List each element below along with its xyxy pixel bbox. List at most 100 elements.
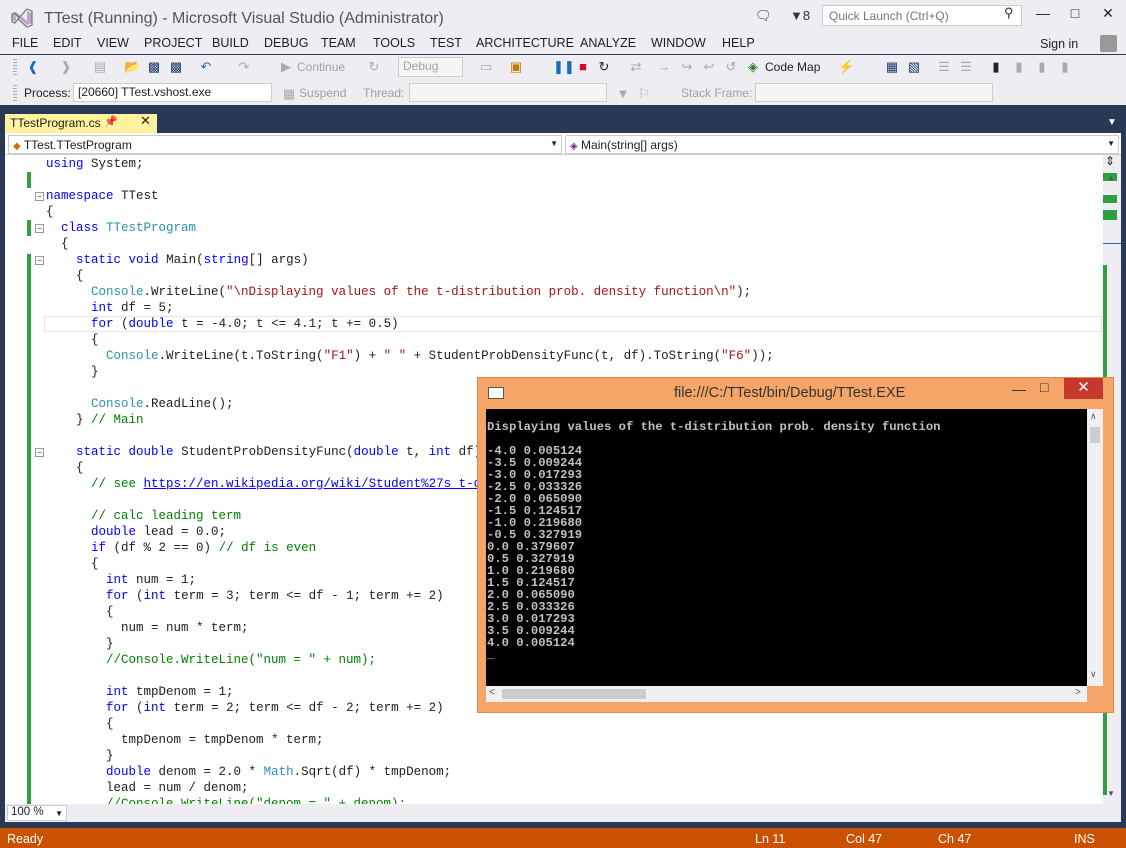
collapse-icon[interactable]: − [35,448,44,457]
exceptions-icon[interactable]: ⚡ [838,59,854,75]
redo-icon[interactable]: ↷ [236,59,252,75]
code-map-icon[interactable]: ◈ [745,59,761,75]
menu-debug[interactable]: DEBUG [264,36,308,50]
menu-tools[interactable]: TOOLS [373,36,415,50]
split-icon[interactable]: ⇕ [1105,154,1115,168]
code-line[interactable]: { [46,716,114,732]
code-line[interactable]: } [46,748,114,764]
suspend-button[interactable]: Suspend [299,86,346,100]
toolbar-grip[interactable] [13,85,17,101]
stop-debugging-icon[interactable]: ■ [575,59,591,75]
code-line[interactable]: for (double t = -4.0; t <= 4.1; t += 0.5… [46,316,399,332]
scroll-down-icon[interactable]: ∨ [1090,669,1097,680]
code-line[interactable]: using System; [46,156,144,172]
code-line[interactable]: static double StudentProbDensityFunc(dou… [46,444,481,460]
code-line[interactable]: // see https://en.wikipedia.org/wiki/Stu… [46,476,511,492]
code-line[interactable]: { [46,460,84,476]
back-icon[interactable]: ❰ [25,59,41,75]
tab-dropdown-icon[interactable]: ▼ [1107,117,1117,128]
code-line[interactable]: //Console.WriteLine("num = " + num); [46,652,376,668]
code-line[interactable]: { [46,204,54,220]
stack-frame-select[interactable] [755,83,993,102]
configuration-select[interactable]: Debug [398,57,463,77]
code-line[interactable]: lead = num / denom; [46,780,249,796]
menu-build[interactable]: BUILD [212,36,249,50]
continue-icon[interactable]: ▶ [278,59,294,75]
code-line[interactable]: { [46,604,114,620]
menu-team[interactable]: TEAM [321,36,356,50]
collapse-icon[interactable]: − [35,192,44,201]
save-icon[interactable]: ▩ [146,59,162,75]
code-line[interactable]: if (df % 2 == 0) // df is even [46,540,316,556]
code-line[interactable]: class TTestProgram [46,220,196,236]
device-icon[interactable]: ▭ [478,59,494,75]
scroll-thumb[interactable] [1090,427,1100,443]
undo-icon[interactable]: ↶ [198,59,214,75]
step-back-icon[interactable]: ↺ [723,59,739,75]
zoom-select[interactable]: 100 % ▼ [7,805,67,821]
scroll-right-icon[interactable]: > [1075,687,1081,698]
code-line[interactable]: Console.ReadLine(); [46,396,234,412]
hex-display-icon[interactable]: ▦ [884,59,900,75]
code-line[interactable]: { [46,556,99,572]
menu-file[interactable]: FILE [12,36,38,50]
scroll-up-icon[interactable]: ∧ [1090,411,1097,422]
menu-window[interactable]: WINDOW [651,36,706,50]
clear-bookmarks-icon[interactable]: ▮ [1057,59,1073,75]
suspend-icon[interactable]: ▦ [281,86,297,102]
show-next-statement-icon[interactable]: ⇄ [628,59,644,75]
restart-debug-icon[interactable]: ↻ [596,59,612,75]
next-bookmark-icon[interactable]: ▮ [1034,59,1050,75]
code-line[interactable]: num = num * term; [46,620,249,636]
console-minimize-button[interactable]: — [1012,381,1026,397]
step-into-icon[interactable]: → [656,59,672,75]
code-line[interactable]: { [46,236,69,252]
avatar[interactable] [1100,35,1117,52]
code-line[interactable]: } [46,636,114,652]
menu-analyze[interactable]: ANALYZE [580,36,636,50]
thread-select[interactable] [409,83,607,102]
member-navigation-select[interactable]: ◈ Main(string[] args) ▼ [565,135,1119,154]
step-over-icon[interactable]: ↪ [679,59,695,75]
prev-bookmark-icon[interactable]: ▮ [1011,59,1027,75]
console-close-button[interactable]: ✕ [1064,378,1103,399]
uncomment-icon[interactable]: ☰ [958,59,974,75]
code-line[interactable]: } [46,364,99,380]
feedback-flag-button[interactable]: ▼8 [790,8,810,23]
new-project-icon[interactable]: ▤ [92,59,108,75]
console-maximize-button[interactable]: □ [1040,379,1048,395]
scroll-down-icon[interactable]: ▼ [1107,789,1115,798]
scroll-up-icon[interactable]: ▲ [1107,173,1115,182]
toolbar-grip[interactable] [13,59,17,77]
pin-icon[interactable]: 📌 [104,115,118,128]
code-line[interactable]: tmpDenom = tmpDenom * term; [46,732,324,748]
threads-icon[interactable]: ▧ [906,59,922,75]
collapse-icon[interactable]: − [35,256,44,265]
code-line[interactable]: Console.WriteLine(t.ToString("F1") + " "… [46,348,774,364]
console-horizontal-scrollbar[interactable]: < > [486,686,1087,702]
close-button[interactable]: ✕ [1093,5,1123,25]
bookmark-icon[interactable]: ▮ [988,59,1004,75]
code-line[interactable]: for (int term = 3; term <= df - 1; term … [46,588,444,604]
break-all-icon[interactable]: ❚❚ [553,59,575,75]
tab-ttestprogram[interactable]: TTestProgram.cs [5,114,157,133]
menu-view[interactable]: VIEW [97,36,129,50]
step-out-icon[interactable]: ↩ [701,59,717,75]
scroll-left-icon[interactable]: < [489,687,495,698]
code-line[interactable]: namespace TTest [46,188,159,204]
code-line[interactable]: double lead = 0.0; [46,524,226,540]
sign-in-link[interactable]: Sign in [1040,37,1078,51]
console-app-icon[interactable] [488,387,504,399]
code-map-button[interactable]: Code Map [765,60,820,74]
menu-architecture[interactable]: ARCHITECTURE [476,36,574,50]
open-file-icon[interactable]: 📂 [124,59,140,75]
maximize-button[interactable]: □ [1060,5,1090,25]
code-line[interactable]: // calc leading term [46,508,241,524]
code-line[interactable]: double denom = 2.0 * Math.Sqrt(df) * tmp… [46,764,451,780]
code-line[interactable]: static void Main(string[] args) [46,252,309,268]
quick-launch-input[interactable]: Quick Launch (Ctrl+Q) [822,5,1022,26]
forward-icon[interactable]: ❱ [58,59,74,75]
code-line[interactable]: int df = 5; [46,300,174,316]
code-line[interactable]: } // Main [46,412,144,428]
menu-help[interactable]: HELP [722,36,755,50]
